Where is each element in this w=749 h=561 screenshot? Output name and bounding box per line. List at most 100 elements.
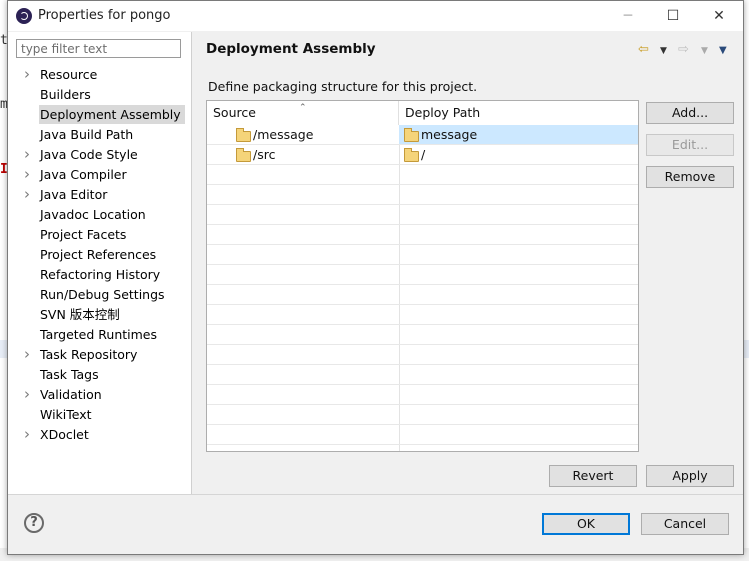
folder-icon — [236, 128, 251, 142]
source-cell — [207, 265, 400, 284]
nav-item[interactable]: Refactoring History — [39, 265, 164, 284]
deploy-path-cell — [399, 165, 638, 184]
table-row-empty — [207, 345, 638, 365]
folder-icon — [404, 148, 419, 162]
expand-chevron-icon[interactable]: › — [24, 165, 32, 184]
source-cell — [207, 445, 400, 451]
source-path: /message — [253, 127, 314, 142]
help-icon[interactable]: ? — [24, 513, 44, 533]
forward-menu-chevron-icon[interactable]: ▼ — [701, 46, 708, 56]
nav-item[interactable]: Java Compiler — [39, 165, 131, 184]
cancel-button[interactable]: Cancel — [641, 513, 729, 535]
nav-item[interactable]: Java Editor — [39, 185, 111, 204]
back-menu-chevron-icon[interactable]: ▼ — [660, 46, 667, 56]
nav-item[interactable]: Task Tags — [39, 365, 103, 384]
source-cell — [207, 425, 400, 444]
table-row-empty — [207, 445, 638, 451]
nav-item[interactable]: Builders — [39, 85, 95, 104]
nav-item[interactable]: Project Facets — [39, 225, 130, 244]
nav-item[interactable]: Java Code Style — [39, 145, 142, 164]
nav-item[interactable]: Javadoc Location — [39, 205, 150, 224]
filter-input[interactable] — [16, 39, 181, 58]
deploy-path-column-header[interactable]: Deploy Path — [399, 101, 638, 125]
title-bar[interactable]: Properties for pongo ─ ☐ ✕ — [8, 1, 743, 31]
table-row-empty — [207, 245, 638, 265]
source-column-header[interactable]: Source ⌃ — [207, 101, 399, 125]
source-cell — [207, 205, 400, 224]
table-row[interactable]: /src / — [207, 145, 638, 165]
table-row[interactable]: /message message — [207, 125, 638, 145]
table-row-empty — [207, 425, 638, 445]
deploy-path-cell — [399, 325, 638, 344]
table-row-empty — [207, 325, 638, 345]
forward-arrow-icon[interactable]: ⇨ — [678, 42, 689, 57]
apply-button[interactable]: Apply — [646, 465, 734, 487]
ok-button[interactable]: OK — [542, 513, 630, 535]
properties-dialog: Properties for pongo ─ ☐ ✕ Deployment As… — [7, 0, 744, 555]
table-row-empty — [207, 265, 638, 285]
page-description: Define packaging structure for this proj… — [208, 79, 478, 94]
folder-icon — [404, 128, 419, 142]
expand-chevron-icon[interactable]: › — [24, 385, 32, 404]
back-arrow-icon[interactable]: ⇦ — [638, 42, 649, 57]
table-row-empty — [207, 205, 638, 225]
nav-item[interactable]: Validation — [39, 385, 106, 404]
deploy-path-cell — [399, 425, 638, 444]
deploy-path: message — [421, 127, 478, 142]
nav-item[interactable]: WikiText — [39, 405, 96, 424]
deploy-path-cell — [399, 405, 638, 424]
deploy-path-cell — [399, 185, 638, 204]
deploy-path-cell — [399, 445, 638, 451]
deploy-path-cell — [399, 225, 638, 244]
table-row-empty — [207, 165, 638, 185]
source-cell — [207, 345, 400, 364]
window-title: Properties for pongo — [38, 8, 171, 23]
source-cell — [207, 185, 400, 204]
deploy-path-cell: message — [399, 125, 638, 144]
minimize-button[interactable]: ─ — [614, 5, 642, 27]
table-row-empty — [207, 365, 638, 385]
source-cell — [207, 305, 400, 324]
deploy-path-cell — [399, 205, 638, 224]
nav-item[interactable]: XDoclet — [39, 425, 93, 444]
source-cell — [207, 225, 400, 244]
expand-chevron-icon[interactable]: › — [24, 425, 32, 444]
source-path: /src — [253, 147, 276, 162]
folder-icon — [236, 148, 251, 162]
nav-item[interactable]: Task Repository — [39, 345, 141, 364]
nav-item[interactable]: Run/Debug Settings — [39, 285, 169, 304]
nav-item[interactable]: Java Build Path — [39, 125, 137, 144]
page-title: Deployment Assembly — [206, 41, 376, 57]
deploy-path-cell — [399, 305, 638, 324]
table-row-empty — [207, 185, 638, 205]
remove-button[interactable]: Remove — [646, 166, 734, 188]
deploy-path-cell — [399, 345, 638, 364]
expand-chevron-icon[interactable]: › — [24, 345, 32, 364]
nav-item[interactable]: SVN 版本控制 — [39, 305, 124, 324]
expand-chevron-icon[interactable]: › — [24, 185, 32, 204]
nav-item[interactable]: Project References — [39, 245, 160, 264]
expand-chevron-icon[interactable]: › — [24, 145, 32, 164]
nav-item[interactable]: Targeted Runtimes — [39, 325, 161, 344]
maximize-button[interactable]: ☐ — [659, 5, 687, 27]
source-header-label: Source — [213, 105, 256, 120]
footer-separator — [8, 494, 743, 495]
source-cell — [207, 325, 400, 344]
view-menu-icon[interactable]: ▼ — [719, 45, 727, 56]
deploy-path-header-label: Deploy Path — [405, 105, 481, 120]
eclipse-icon — [16, 8, 32, 24]
source-cell — [207, 385, 400, 404]
table-row-empty — [207, 225, 638, 245]
expand-chevron-icon[interactable]: › — [24, 65, 32, 84]
source-cell — [207, 245, 400, 264]
nav-item[interactable]: Deployment Assembly — [39, 105, 185, 124]
close-button[interactable]: ✕ — [705, 5, 733, 27]
nav-item[interactable]: Resource — [39, 65, 101, 84]
table-row-empty — [207, 285, 638, 305]
deploy-path-cell — [399, 285, 638, 304]
revert-button[interactable]: Revert — [549, 465, 637, 487]
edit-button[interactable]: Edit... — [646, 134, 734, 156]
add-button[interactable]: Add... — [646, 102, 734, 124]
table-row-empty — [207, 305, 638, 325]
assembly-table[interactable]: Source ⌃ Deploy Path /message message/src… — [206, 100, 639, 452]
